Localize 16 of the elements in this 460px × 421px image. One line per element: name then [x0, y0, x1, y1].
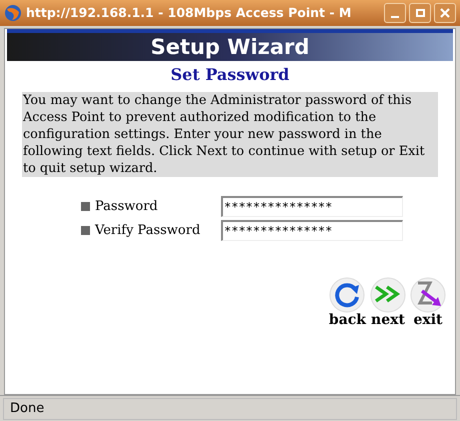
- bullet-icon: [81, 226, 90, 235]
- banner-title: Setup Wizard: [150, 36, 310, 58]
- window-title: http://192.168.1.1 - 108Mbps Access Point - M: [26, 4, 352, 22]
- maximize-button[interactable]: [409, 3, 431, 23]
- status-text: Done: [3, 398, 457, 420]
- bullet-icon: [81, 202, 90, 211]
- close-icon: [440, 8, 450, 18]
- password-field[interactable]: ***************: [221, 220, 403, 241]
- password-field[interactable]: ***************: [221, 196, 403, 217]
- minimize-button[interactable]: [384, 3, 406, 23]
- browser-icon: [4, 4, 22, 22]
- field-label: Password: [95, 198, 159, 216]
- page-heading: Set Password: [170, 64, 290, 86]
- description-text: You may want to change the Administrator password of this Access Point to prevent authorized modification to the configuration settings. Enter your new password in the following text fields. Click Next to continue with setup or Exit to quit setup wizard.: [22, 92, 438, 177]
- field-label: Verify Password: [95, 222, 202, 240]
- close-button[interactable]: [434, 3, 456, 23]
